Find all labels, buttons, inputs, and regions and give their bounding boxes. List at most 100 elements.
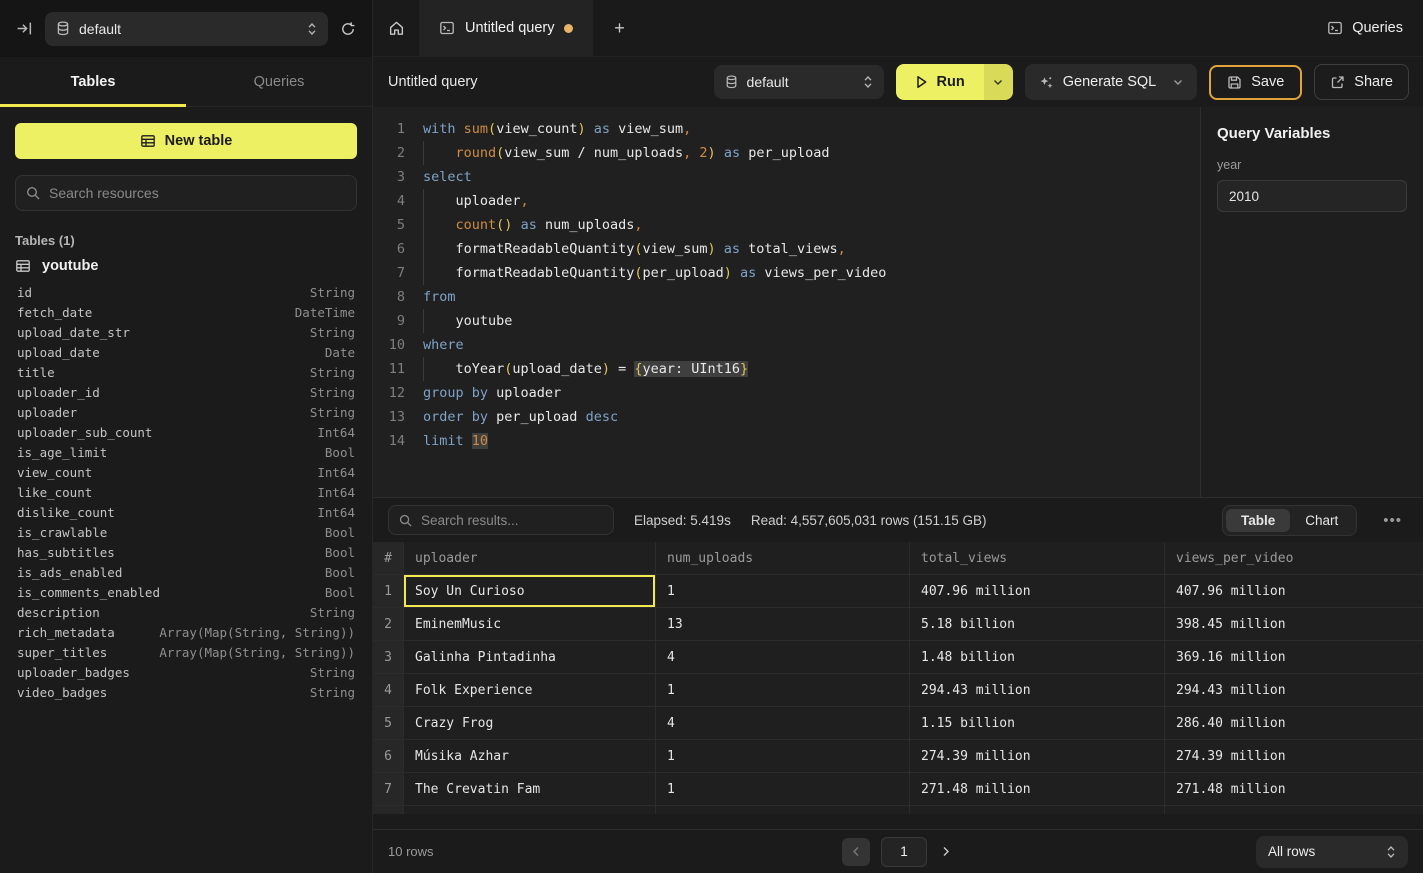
column-row[interactable]: uploader_idString <box>17 382 355 402</box>
column-row[interactable]: is_crawlableBool <box>17 522 355 542</box>
row-number-cell[interactable]: 4 <box>373 674 404 707</box>
code-line[interactable]: 9 youtube <box>373 309 1200 333</box>
table-cell[interactable]: Folk Experience <box>404 674 656 707</box>
column-row[interactable]: super_titlesArray(Map(String, String)) <box>17 642 355 662</box>
table-cell[interactable]: 1.48 billion <box>910 641 1165 674</box>
column-row[interactable]: like_countInt64 <box>17 482 355 502</box>
table-cell[interactable]: 271.48 million <box>1165 773 1423 806</box>
table-cell[interactable]: 407.96 million <box>910 575 1165 608</box>
column-row[interactable]: is_ads_enabledBool <box>17 562 355 582</box>
save-button[interactable]: Save <box>1209 65 1302 100</box>
row-number-cell[interactable]: 7 <box>373 773 404 806</box>
table-header-cell[interactable]: total_views <box>910 542 1165 575</box>
query-database-selector[interactable]: default <box>714 65 884 99</box>
run-button[interactable]: Run <box>896 64 984 100</box>
table-cell[interactable]: 369.16 million <box>1165 641 1423 674</box>
results-more-button[interactable]: ••• <box>1377 512 1408 529</box>
run-options-button[interactable] <box>984 64 1013 100</box>
column-row[interactable]: video_badgesString <box>17 682 355 702</box>
code-line[interactable]: 14limit 10 <box>373 429 1200 453</box>
table-header-cell[interactable]: num_uploads <box>656 542 910 575</box>
column-row[interactable]: uploader_badgesString <box>17 662 355 682</box>
sidebar-tab-queries[interactable]: Queries <box>186 57 372 106</box>
collapse-sidebar-icon[interactable] <box>16 20 33 37</box>
sidebar-table-youtube[interactable]: youtube <box>15 258 357 274</box>
row-number-cell[interactable]: 3 <box>373 641 404 674</box>
code-line[interactable]: 8from <box>373 285 1200 309</box>
table-cell[interactable]: 274.39 million <box>910 740 1165 773</box>
column-row[interactable]: uploaderString <box>17 402 355 422</box>
refresh-icon[interactable] <box>340 21 356 37</box>
table-cell[interactable]: 294.43 million <box>1165 674 1423 707</box>
code-line[interactable]: 4 uploader, <box>373 189 1200 213</box>
column-row[interactable]: rich_metadataArray(Map(String, String)) <box>17 622 355 642</box>
home-icon[interactable] <box>373 0 419 56</box>
table-header-cell[interactable]: views_per_video <box>1165 542 1423 575</box>
table-cell[interactable]: 271.48 million <box>910 773 1165 806</box>
table-cell[interactable]: 407.96 million <box>1165 575 1423 608</box>
table-cell[interactable]: 4 <box>656 641 910 674</box>
results-search-input[interactable]: Search results... <box>388 505 614 535</box>
table-cell[interactable]: Crazy Frog <box>404 707 656 740</box>
generate-sql-button[interactable]: Generate SQL <box>1025 64 1198 100</box>
table-cell[interactable]: 398.45 million <box>1165 608 1423 641</box>
code-line[interactable]: 7 formatReadableQuantity(per_upload) as … <box>373 261 1200 285</box>
table-header-cell[interactable]: # <box>373 542 404 575</box>
column-row[interactable]: fetch_dateDateTime <box>17 302 355 322</box>
column-row[interactable]: descriptionString <box>17 602 355 622</box>
code-line[interactable]: 11 toYear(upload_date) = {year: UInt16} <box>373 357 1200 381</box>
database-selector[interactable]: default <box>45 12 328 46</box>
table-cell[interactable]: 1 <box>656 575 910 608</box>
current-page[interactable]: 1 <box>881 837 927 867</box>
new-tab-button[interactable]: + <box>593 0 645 56</box>
share-button[interactable]: Share <box>1314 64 1409 100</box>
table-cell[interactable]: 274.39 million <box>1165 740 1423 773</box>
view-toggle-table[interactable]: Table <box>1226 509 1290 532</box>
sql-editor[interactable]: 1with sum(view_count) as view_sum,2 roun… <box>373 107 1200 497</box>
column-row[interactable]: uploader_sub_countInt64 <box>17 422 355 442</box>
table-cell[interactable]: The Crevatin Fam <box>404 773 656 806</box>
tab-untitled-query[interactable]: Untitled query <box>419 0 593 56</box>
column-row[interactable]: view_countInt64 <box>17 462 355 482</box>
sidebar-tab-tables[interactable]: Tables <box>0 57 186 106</box>
code-line[interactable]: 5 count() as num_uploads, <box>373 213 1200 237</box>
table-cell[interactable]: 286.40 million <box>1165 707 1423 740</box>
resources-search-input[interactable]: Search resources <box>15 175 357 211</box>
column-row[interactable]: upload_date_strString <box>17 322 355 342</box>
new-table-button[interactable]: New table <box>15 123 357 159</box>
table-cell[interactable]: 1 <box>656 773 910 806</box>
view-toggle-chart[interactable]: Chart <box>1290 509 1353 532</box>
column-row[interactable]: dislike_countInt64 <box>17 502 355 522</box>
code-line[interactable]: 12group by uploader <box>373 381 1200 405</box>
row-number-cell[interactable]: 2 <box>373 608 404 641</box>
prev-page-button[interactable] <box>842 838 870 866</box>
table-cell[interactable]: 4 <box>656 707 910 740</box>
table-cell[interactable]: 1 <box>656 740 910 773</box>
row-number-cell[interactable]: 5 <box>373 707 404 740</box>
table-cell[interactable]: 5.18 billion <box>910 608 1165 641</box>
code-line[interactable]: 1with sum(view_count) as view_sum, <box>373 117 1200 141</box>
code-line[interactable]: 10where <box>373 333 1200 357</box>
column-row[interactable]: titleString <box>17 362 355 382</box>
code-line[interactable]: 2 round(view_sum / num_uploads, 2) as pe… <box>373 141 1200 165</box>
table-header-cell[interactable]: uploader <box>404 542 656 575</box>
table-cell[interactable]: 13 <box>656 608 910 641</box>
column-row[interactable]: has_subtitlesBool <box>17 542 355 562</box>
column-row[interactable]: idString <box>17 282 355 302</box>
table-cell[interactable]: Galinha Pintadinha <box>404 641 656 674</box>
row-number-cell[interactable]: 6 <box>373 740 404 773</box>
queries-button[interactable]: Queries <box>1307 0 1423 56</box>
table-cell[interactable]: EminemMusic <box>404 608 656 641</box>
table-cell[interactable]: 294.43 million <box>910 674 1165 707</box>
column-row[interactable]: is_comments_enabledBool <box>17 582 355 602</box>
variable-input-year[interactable] <box>1217 180 1407 212</box>
page-size-selector[interactable]: All rows <box>1256 836 1408 868</box>
code-line[interactable]: 13order by per_upload desc <box>373 405 1200 429</box>
row-number-cell[interactable]: 1 <box>373 575 404 608</box>
next-page-button[interactable] <box>938 842 954 861</box>
code-line[interactable]: 3select <box>373 165 1200 189</box>
table-cell[interactable]: Músika Azhar <box>404 740 656 773</box>
code-line[interactable]: 6 formatReadableQuantity(view_sum) as to… <box>373 237 1200 261</box>
table-cell[interactable]: 1.15 billion <box>910 707 1165 740</box>
table-cell[interactable]: Soy Un Curioso <box>404 575 656 608</box>
